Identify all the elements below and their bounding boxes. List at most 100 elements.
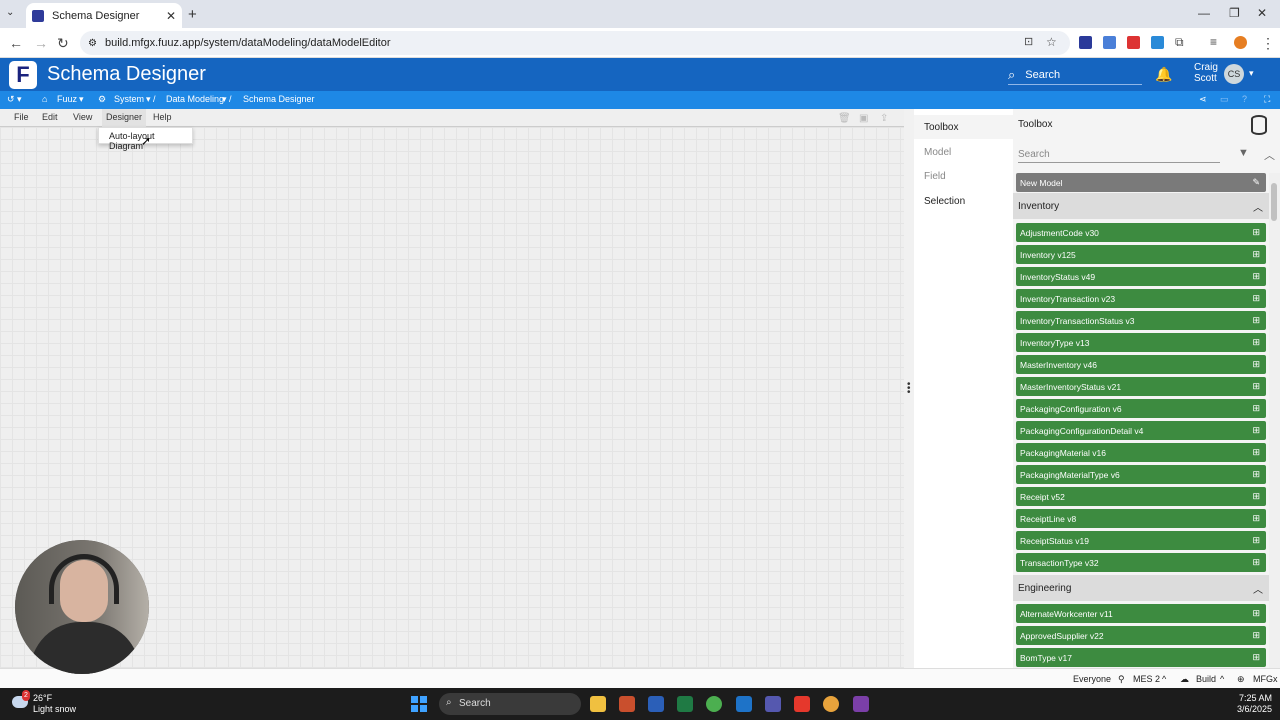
list-item[interactable]: MasterInventoryStatus v21 ⊞ — [1016, 377, 1266, 396]
tab-model[interactable]: Model — [914, 140, 1013, 164]
toolbox-scrollbar[interactable] — [1269, 173, 1280, 668]
extension-icon[interactable] — [1151, 36, 1164, 49]
tab-field[interactable]: Field — [914, 164, 1013, 188]
list-item[interactable]: InventoryType v13 ⊞ — [1016, 333, 1266, 352]
list-item[interactable]: PackagingConfigurationDetail v4 ⊞ — [1016, 421, 1266, 440]
forward-icon[interactable]: → — [34, 35, 48, 51]
list-item[interactable]: BomType v17 ⊞ — [1016, 648, 1266, 667]
file-explorer-icon[interactable] — [590, 696, 606, 712]
header-search[interactable]: ⌕ Search — [1008, 65, 1142, 85]
media-icon[interactable]: ≡ — [1210, 35, 1217, 49]
menu-edit[interactable]: Edit — [40, 112, 60, 122]
drag-handle-icon[interactable]: • • • — [907, 380, 911, 398]
powerpoint-icon[interactable] — [619, 696, 635, 712]
new-tab-button[interactable]: + — [188, 6, 197, 23]
toolbox-search-input[interactable]: Search — [1018, 145, 1220, 163]
restore-icon[interactable]: ❐ — [1229, 6, 1240, 20]
browser-menu-icon[interactable]: ⋮ — [1261, 35, 1275, 52]
panel-splitter[interactable]: • • • — [904, 109, 914, 668]
status-site[interactable]: MES 2 — [1133, 674, 1160, 684]
window-close-icon[interactable]: ✕ — [1257, 6, 1267, 20]
tab-toolbox[interactable]: Toolbox — [914, 115, 1013, 139]
install-app-icon[interactable]: ⊡ — [1024, 35, 1033, 48]
fullscreen-icon[interactable]: ⛶ — [1264, 94, 1270, 105]
chevron-down-icon[interactable]: ▾ — [79, 94, 84, 105]
list-item[interactable]: ReceiptLine v8 ⊞ — [1016, 509, 1266, 528]
browser-tab[interactable]: Schema Designer ✕ — [26, 3, 182, 28]
fuuz-logo[interactable]: F — [9, 61, 37, 89]
status-tenant[interactable]: MFGx — [1253, 674, 1278, 684]
tab-list-chevron-icon[interactable]: ⌄ — [6, 7, 14, 18]
group-header[interactable]: Engineering ︿ — [1013, 575, 1269, 601]
extension-icon[interactable] — [1079, 36, 1092, 49]
filter-icon[interactable]: ▼ — [1238, 147, 1249, 159]
outlook-icon[interactable] — [736, 696, 752, 712]
profile-icon[interactable] — [1234, 36, 1247, 49]
collapse-all-icon[interactable]: ︿ — [1264, 147, 1275, 163]
word-icon[interactable] — [648, 696, 664, 712]
chevron-up-icon[interactable]: ︿ — [1253, 581, 1263, 596]
list-item[interactable]: InventoryStatus v49 ⊞ — [1016, 267, 1266, 286]
list-item[interactable]: ApprovedSupplier v22 ⊞ — [1016, 626, 1266, 645]
list-item[interactable]: PackagingConfiguration v6 ⊞ — [1016, 399, 1266, 418]
teams-icon[interactable] — [765, 696, 781, 712]
help-icon[interactable]: ? — [1242, 94, 1247, 104]
list-item[interactable]: PackagingMaterial v16 ⊞ — [1016, 443, 1266, 462]
list-item[interactable]: MasterInventory v46 ⊞ — [1016, 355, 1266, 374]
site-info-icon[interactable]: ⚙ — [88, 38, 97, 49]
back-icon[interactable]: ← — [9, 35, 23, 51]
status-everyone[interactable]: Everyone — [1073, 674, 1111, 684]
history-icon[interactable]: ↺ ▾ — [7, 94, 22, 105]
extension-icon[interactable] — [1103, 36, 1116, 49]
tab-close-icon[interactable]: ✕ — [166, 9, 176, 23]
breadcrumb-data-modeling[interactable]: Data Modeling — [166, 94, 224, 104]
address-bar[interactable]: ⚙ build.mfgx.fuuz.app/system/dataModelin… — [80, 31, 1070, 55]
chevron-down-icon[interactable]: ▾ / — [222, 94, 232, 105]
share-icon[interactable]: ⋖ — [1199, 94, 1207, 105]
chrome-profile-icon[interactable] — [823, 696, 839, 712]
minimize-icon[interactable]: — — [1198, 6, 1210, 20]
extensions-puzzle-icon[interactable]: ⧉ — [1175, 35, 1184, 50]
list-item[interactable]: AlternateWorkcenter v11 ⊞ — [1016, 604, 1266, 623]
list-item[interactable]: InventoryTransaction v23 ⊞ — [1016, 289, 1266, 308]
menu-view[interactable]: View — [71, 112, 94, 122]
menu-file[interactable]: File — [12, 112, 31, 122]
publish-icon[interactable]: ⇪ — [880, 113, 888, 124]
bookmark-star-icon[interactable]: ☆ — [1046, 35, 1057, 49]
panel-icon[interactable]: ▭ — [1220, 94, 1229, 105]
chevron-down-icon[interactable]: ▾ / — [146, 94, 156, 105]
taskbar-clock[interactable]: 7:25 AM 3/6/2025 — [1228, 693, 1272, 715]
taskbar-search[interactable]: ⌕ Search — [439, 693, 581, 715]
list-item[interactable]: Inventory v125 ⊞ — [1016, 245, 1266, 264]
user-name[interactable]: Craig Scott — [1194, 62, 1218, 84]
home-icon[interactable]: ⌂ — [42, 94, 47, 104]
snagit-icon[interactable] — [794, 696, 810, 712]
tab-selection[interactable]: Selection — [914, 189, 1013, 213]
menu-designer[interactable]: Designer — [102, 109, 147, 127]
onenote-icon[interactable] — [853, 696, 869, 712]
list-item[interactable]: InventoryTransactionStatus v3 ⊞ — [1016, 311, 1266, 330]
chrome-icon[interactable] — [706, 696, 722, 712]
avatar[interactable]: CS — [1224, 64, 1244, 84]
chevron-up-icon[interactable]: ^ — [1220, 674, 1224, 684]
list-item[interactable]: PackagingMaterialType v6 ⊞ — [1016, 465, 1266, 484]
notification-bell-icon[interactable]: 🔔 — [1155, 66, 1172, 83]
list-item[interactable]: TransactionType v32 ⊞ — [1016, 553, 1266, 572]
group-header[interactable]: Inventory ︿ — [1013, 193, 1269, 219]
list-item[interactable]: Receipt v52 ⊞ — [1016, 487, 1266, 506]
new-model-button[interactable]: New Model ✎ — [1016, 173, 1266, 192]
chevron-down-icon[interactable]: ▾ — [1249, 68, 1254, 79]
breadcrumb-system[interactable]: System — [114, 94, 144, 104]
excel-icon[interactable] — [677, 696, 693, 712]
scrollbar-thumb[interactable] — [1271, 183, 1277, 221]
chevron-up-icon[interactable]: ^ — [1162, 674, 1166, 684]
chevron-up-icon[interactable]: ︿ — [1253, 199, 1263, 214]
list-item[interactable]: ReceiptStatus v19 ⊞ — [1016, 531, 1266, 550]
menu-help[interactable]: Help — [151, 112, 174, 122]
status-env[interactable]: Build — [1196, 674, 1216, 684]
windows-start-icon[interactable] — [411, 696, 427, 712]
save-icon[interactable]: ▣ — [859, 113, 868, 124]
extension-icon[interactable] — [1127, 36, 1140, 49]
list-item[interactable]: AdjustmentCode v30 ⊞ — [1016, 223, 1266, 242]
delete-icon[interactable]: 🗑 — [838, 113, 851, 124]
